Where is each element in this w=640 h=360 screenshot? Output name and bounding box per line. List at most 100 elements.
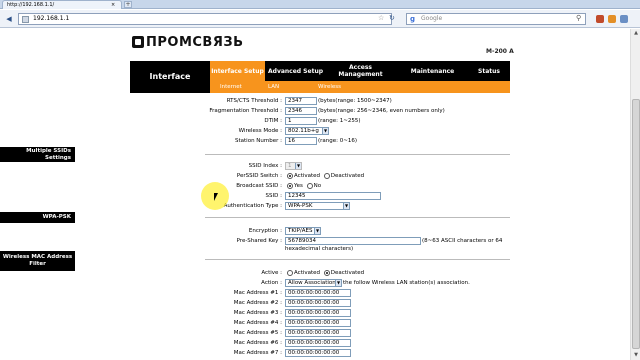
mac-address-input[interactable]: 00:00:00:00:00:00 <box>285 339 351 347</box>
section-wpa-psk: WPA-PSK <box>0 212 75 223</box>
perssid-deactivated-label: Deactivated <box>330 173 365 179</box>
rts-label: RTS/CTS Threshold : <box>226 98 282 104</box>
main-tabs: Interface Setup Advanced Setup Access Ma… <box>210 61 510 81</box>
auth-type-select[interactable]: WPA-PSK ▼ <box>285 202 350 210</box>
subtab-wireless[interactable]: Wireless <box>318 81 341 93</box>
chevron-down-icon: ▼ <box>343 203 349 209</box>
mac-active-radios: Activated Deactivated <box>287 269 364 277</box>
psk-note: (8~63 ASCII characters or 64 <box>422 238 503 244</box>
wireless-mode-select[interactable]: 802.11b+g ▼ <box>285 127 329 135</box>
addon-icon[interactable] <box>596 15 604 23</box>
site-icon <box>22 16 29 23</box>
reload-icon[interactable]: ↻ <box>389 14 395 22</box>
back-icon[interactable]: ◀ <box>4 14 14 24</box>
divider <box>205 217 510 218</box>
ssid-input[interactable]: 12345 <box>285 192 381 200</box>
station-note: (range: 0~16) <box>318 138 357 144</box>
browser-window: http://192.168.1.1/ × + ◀ 192.168.1.1 ☆ … <box>0 0 640 360</box>
mac-action-value: Allow Association <box>288 280 336 286</box>
perssid-activated-radio[interactable] <box>287 172 293 179</box>
scroll-down-icon[interactable]: ▼ <box>631 351 640 360</box>
subtab-lan[interactable]: LAN <box>268 81 279 93</box>
chevron-down-icon: ▼ <box>322 128 328 134</box>
mac-address-input[interactable]: 00:00:00:00:00:00 <box>285 329 351 337</box>
navigation-bar: ◀ 192.168.1.1 ☆ ↻ g Google ⚲ <box>0 10 640 28</box>
psk-input[interactable]: 56789034 <box>285 237 421 245</box>
dtim-input[interactable]: 1 <box>285 117 317 125</box>
mac-address-input[interactable]: 00:00:00:00:00:00 <box>285 289 351 297</box>
mac-action-note: the follow Wireless LAN station(s) assoc… <box>343 280 470 286</box>
tab-maintenance[interactable]: Maintenance <box>400 61 465 81</box>
browser-tab[interactable]: http://192.168.1.1/ × <box>2 0 122 9</box>
menu-icon[interactable] <box>620 15 628 23</box>
tab-advanced-setup[interactable]: Advanced Setup <box>268 61 323 81</box>
perssid-radios: Activated Deactivated <box>287 172 364 180</box>
dtim-note: (range: 1~255) <box>318 118 361 124</box>
mac-address-label: Mac Address #4 : <box>233 320 282 326</box>
new-tab-button[interactable]: + <box>124 1 132 8</box>
mode-label: Wireless Mode : <box>238 128 282 134</box>
url-text: 192.168.1.1 <box>33 15 70 22</box>
logo-text: ПРОМСВЯЗЬ <box>146 34 244 50</box>
home-icon[interactable] <box>608 15 616 23</box>
tab-access-management[interactable]: Access Management <box>328 61 393 81</box>
sub-tabs: Internet LAN Wireless <box>210 81 510 93</box>
search-input[interactable]: g Google <box>406 13 586 25</box>
mac-action-label: Action : <box>261 280 282 286</box>
station-input[interactable]: 16 <box>285 137 317 145</box>
bookmark-star-icon[interactable]: ☆ <box>378 14 384 22</box>
chevron-down-icon: ▼ <box>295 163 301 169</box>
psk-label: Pre-Shared Key : <box>236 238 282 244</box>
section-mac-filter: Wireless MAC Address Filter <box>0 251 75 271</box>
mac-action-select[interactable]: Allow Association ▼ <box>285 279 342 287</box>
brand-logo: ПРОМСВЯЗЬ <box>132 34 244 50</box>
page-scrollbar[interactable]: ▲ ▼ <box>630 29 640 360</box>
tab-title: http://192.168.1.1/ <box>7 2 55 8</box>
section-multiple-ssids: Multiple SSIDs Settings <box>0 147 75 162</box>
rts-input[interactable]: 2347 <box>285 97 317 105</box>
divider <box>205 154 510 155</box>
search-icon[interactable]: ⚲ <box>576 14 581 22</box>
scroll-thumb[interactable] <box>632 99 640 349</box>
mac-address-input[interactable]: 00:00:00:00:00:00 <box>285 319 351 327</box>
mac-address-input[interactable]: 00:00:00:00:00:00 <box>285 349 351 357</box>
mac-address-label: Mac Address #7 : <box>233 350 282 356</box>
mac-address-input[interactable]: 00:00:00:00:00:00 <box>285 299 351 307</box>
search-placeholder: Google <box>421 15 443 22</box>
close-tab-icon[interactable]: × <box>111 1 115 9</box>
mac-address-label: Mac Address #2 : <box>233 300 282 306</box>
tab-bar: http://192.168.1.1/ × + <box>0 0 640 9</box>
station-label: Station Number : <box>235 138 282 144</box>
auth-type-value: WPA-PSK <box>288 203 313 209</box>
encryption-value: TKIP/AES <box>288 228 313 234</box>
mac-address-input[interactable]: 00:00:00:00:00:00 <box>285 309 351 317</box>
mac-activated-radio[interactable] <box>287 269 293 276</box>
tab-interface-setup[interactable]: Interface Setup <box>210 61 265 81</box>
divider <box>205 259 510 260</box>
broadcast-no-radio[interactable] <box>306 182 313 189</box>
perssid-deactivated-radio[interactable] <box>323 172 330 179</box>
rts-note: (bytes(range: 1500~2347) <box>318 98 392 104</box>
scroll-up-icon[interactable]: ▲ <box>631 29 640 38</box>
tab-status[interactable]: Status <box>468 61 510 81</box>
ssid-index-value: 1 <box>288 163 292 169</box>
google-icon: g <box>410 15 416 23</box>
mac-activated-label: Activated <box>294 270 321 276</box>
header-title: Interface <box>130 61 210 93</box>
dtim-label: DTIM : <box>264 118 282 124</box>
frag-input[interactable]: 2346 <box>285 107 317 115</box>
frag-note: (bytes(range: 256~2346, even numbers onl… <box>318 108 445 114</box>
wireless-mode-value: 802.11b+g <box>288 128 319 134</box>
broadcast-yes-radio[interactable] <box>287 182 293 189</box>
perssid-label: PerSSID Switch : <box>236 173 282 179</box>
address-bar[interactable]: 192.168.1.1 <box>18 13 392 25</box>
ssid-index-select[interactable]: 1 ▼ <box>285 162 302 170</box>
ssid-index-label: SSID Index : <box>248 163 282 169</box>
chevron-down-icon: ▼ <box>335 280 341 286</box>
mac-deactivated-radio[interactable] <box>323 269 330 276</box>
broadcast-yes-label: Yes <box>294 183 303 189</box>
encryption-select[interactable]: TKIP/AES ▼ <box>285 227 321 235</box>
subtab-internet[interactable]: Internet <box>220 81 242 93</box>
mac-deactivated-label: Deactivated <box>330 270 365 276</box>
mouse-cursor-icon <box>214 193 218 201</box>
